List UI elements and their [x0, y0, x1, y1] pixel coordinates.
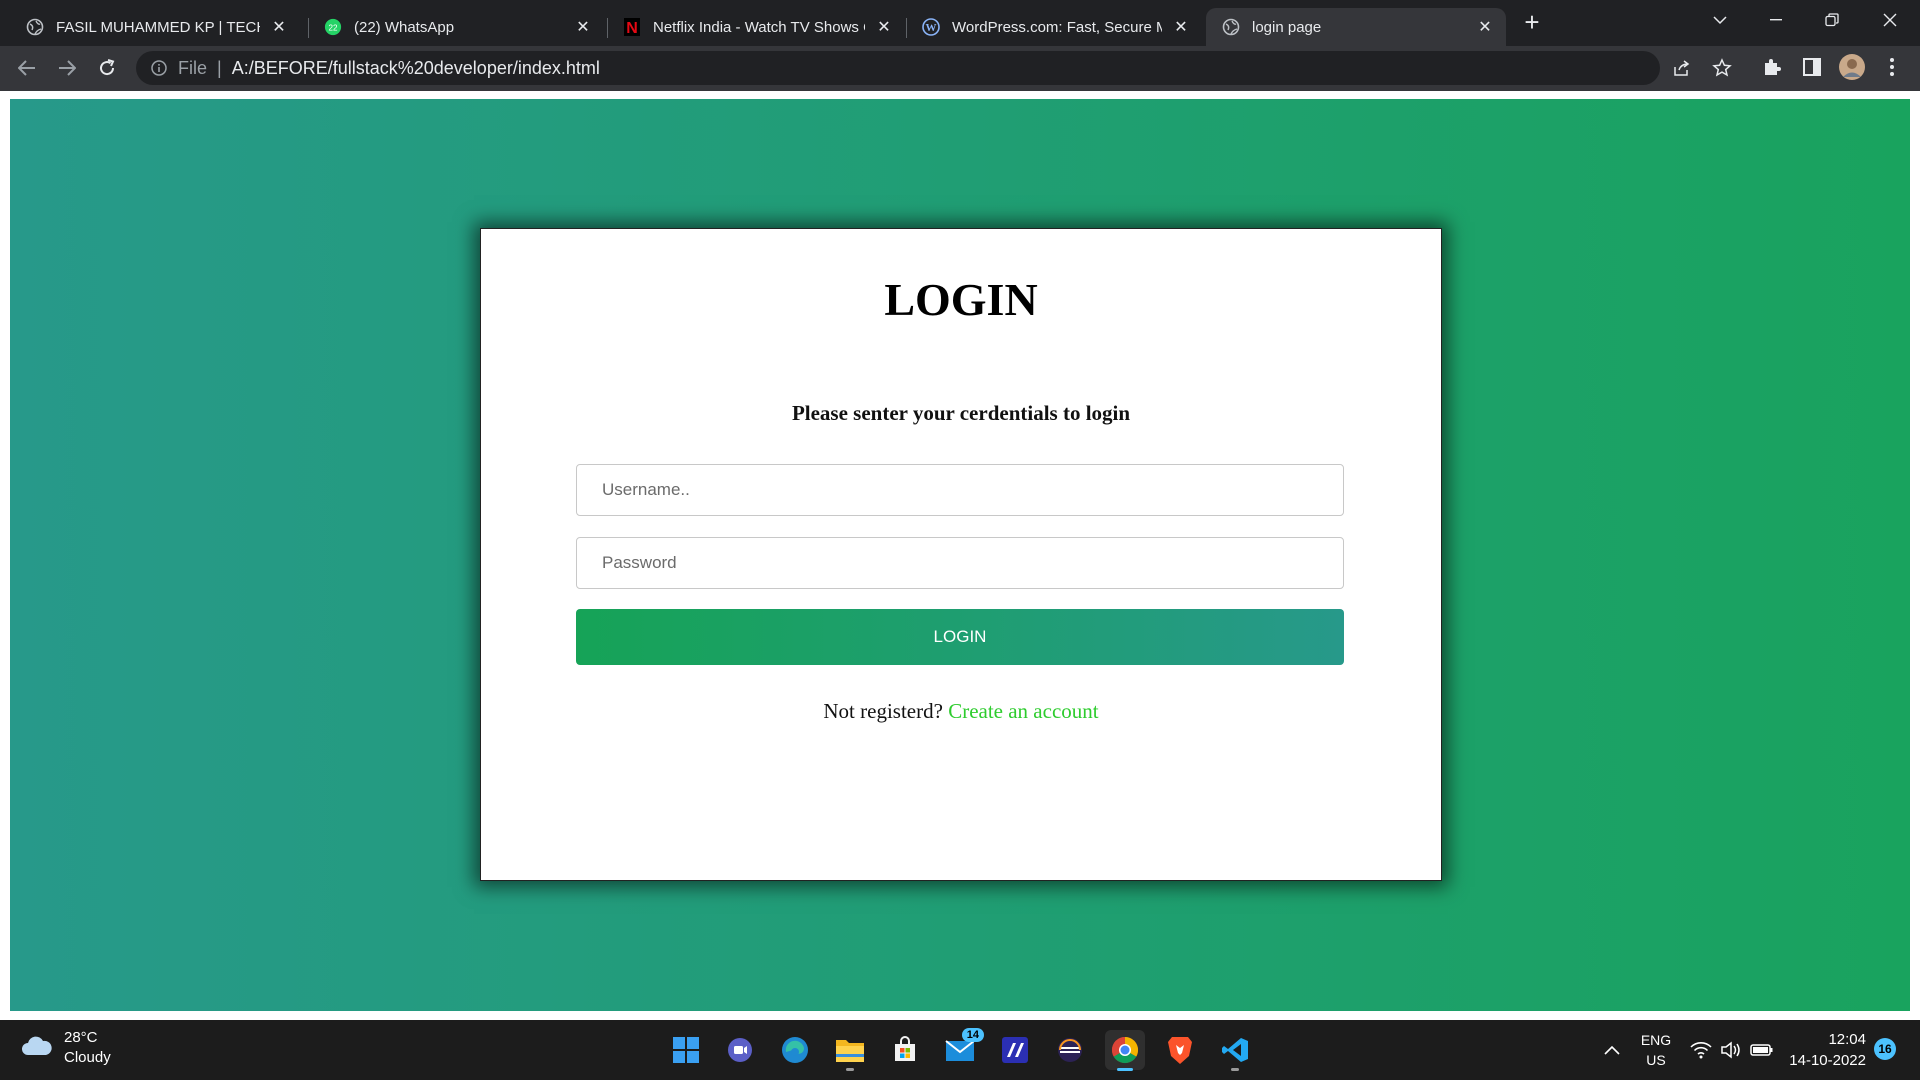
close-tab-icon[interactable]: ✕: [572, 16, 594, 38]
teams-chat-icon[interactable]: [720, 1030, 760, 1070]
register-prompt: Not registerd? Create an account: [481, 699, 1441, 724]
share-icon[interactable]: [1668, 54, 1696, 82]
close-tab-icon[interactable]: ✕: [1170, 16, 1192, 38]
clock-time: 12:04: [1828, 1031, 1866, 1048]
tab-whatsapp[interactable]: 22 (22) WhatsApp ✕: [308, 8, 604, 46]
login-card: LOGIN Please senter your cerdentials to …: [480, 228, 1442, 881]
close-tab-icon[interactable]: ✕: [268, 16, 290, 38]
file-explorer-icon[interactable]: [830, 1030, 870, 1071]
cloud-icon: [20, 1033, 54, 1064]
eclipse-icon[interactable]: [1050, 1030, 1090, 1070]
weather-widget[interactable]: 28°C Cloudy: [20, 1028, 111, 1068]
vscode-icon[interactable]: [1215, 1030, 1255, 1071]
tab-title: WordPress.com: Fast, Secure Man: [952, 18, 1162, 36]
language-secondary: US: [1646, 1052, 1666, 1068]
tab-login-page[interactable]: login page ✕: [1206, 8, 1506, 46]
side-panel-icon[interactable]: [1798, 53, 1826, 81]
restore-button[interactable]: [1804, 0, 1860, 40]
login-subtitle: Please senter your cerdentials to login: [791, 401, 1131, 425]
tab-wordpress[interactable]: W WordPress.com: Fast, Secure Man ✕: [906, 8, 1202, 46]
browser-toolbar: File | A:/BEFORE/fullstack%20developer/i…: [0, 46, 1920, 91]
close-tab-icon[interactable]: ✕: [1474, 16, 1496, 38]
minimize-button[interactable]: [1748, 0, 1804, 40]
tab-title: (22) WhatsApp: [354, 18, 455, 36]
forward-button[interactable]: [51, 52, 83, 84]
chrome-icon[interactable]: [1105, 1030, 1145, 1071]
address-divider: |: [217, 57, 222, 78]
tab-search-icon[interactable]: [1692, 0, 1748, 40]
back-button[interactable]: [11, 52, 43, 84]
tab-title: FASIL MUHAMMED KP | TECH EN: [56, 18, 260, 36]
vscode-insiders-icon[interactable]: [995, 1030, 1035, 1070]
wifi-icon[interactable]: [1688, 1020, 1714, 1080]
close-window-button[interactable]: [1862, 0, 1918, 40]
menu-kebab-icon[interactable]: [1880, 53, 1904, 81]
extensions-icon[interactable]: [1758, 53, 1786, 81]
globe-icon: [1222, 18, 1240, 36]
volume-icon[interactable]: [1718, 1020, 1744, 1080]
svg-text:W: W: [926, 22, 937, 34]
bookmark-star-icon[interactable]: [1708, 54, 1736, 82]
chevron-up-icon[interactable]: [1598, 1020, 1626, 1080]
page-title: LOGIN: [884, 274, 1038, 325]
reload-button[interactable]: [91, 52, 123, 84]
whatsapp-icon: 22: [324, 18, 342, 36]
new-tab-button[interactable]: +: [1518, 7, 1546, 37]
create-account-link[interactable]: Create an account: [948, 699, 1098, 723]
battery-icon[interactable]: [1748, 1020, 1776, 1080]
register-prompt-text: Not registerd?: [823, 699, 943, 723]
language-indicator[interactable]: ENG US: [1636, 1020, 1676, 1080]
address-scheme: File: [178, 57, 208, 78]
tab-title: Netflix India - Watch TV Shows O: [653, 18, 865, 36]
microsoft-store-icon[interactable]: [885, 1030, 925, 1070]
profile-avatar[interactable]: [1838, 53, 1866, 81]
info-icon[interactable]: [150, 59, 168, 77]
address-bar[interactable]: File | A:/BEFORE/fullstack%20developer/i…: [136, 51, 1660, 85]
address-url[interactable]: A:/BEFORE/fullstack%20developer/index.ht…: [232, 58, 600, 79]
netflix-icon: N: [623, 18, 641, 36]
wordpress-icon: W: [922, 18, 940, 36]
notification-badge[interactable]: 16: [1874, 1038, 1896, 1060]
weather-condition: Cloudy: [64, 1049, 111, 1066]
weather-temp: 28°C: [64, 1029, 98, 1046]
svg-text:N: N: [626, 20, 638, 36]
password-input[interactable]: [576, 537, 1344, 589]
brave-icon[interactable]: [1160, 1030, 1200, 1070]
login-button[interactable]: LOGIN: [576, 609, 1344, 665]
windows-taskbar: 28°C Cloudy 14 ENG US 12:04 14-10-2022 1…: [0, 1020, 1920, 1080]
mail-icon[interactable]: 14: [940, 1028, 984, 1070]
edge-icon[interactable]: [775, 1030, 815, 1070]
system-clock[interactable]: 12:04 14-10-2022: [1782, 1029, 1866, 1071]
start-icon[interactable]: [666, 1030, 706, 1070]
clock-date: 14-10-2022: [1789, 1052, 1866, 1069]
username-input[interactable]: [576, 464, 1344, 516]
browser-tab-strip: FASIL MUHAMMED KP | TECH EN ✕ 22 (22) Wh…: [0, 0, 1920, 46]
tab-fasil[interactable]: FASIL MUHAMMED KP | TECH EN ✕: [10, 8, 300, 46]
mail-badge: 14: [961, 1028, 984, 1042]
svg-text:22: 22: [329, 24, 338, 33]
page-background: LOGIN Please senter your cerdentials to …: [10, 99, 1910, 1011]
close-tab-icon[interactable]: ✕: [873, 16, 895, 38]
tab-netflix[interactable]: N Netflix India - Watch TV Shows O ✕: [607, 8, 905, 46]
tab-title: login page: [1252, 18, 1322, 36]
language-primary: ENG: [1640, 1032, 1672, 1048]
globe-icon: [26, 18, 44, 36]
